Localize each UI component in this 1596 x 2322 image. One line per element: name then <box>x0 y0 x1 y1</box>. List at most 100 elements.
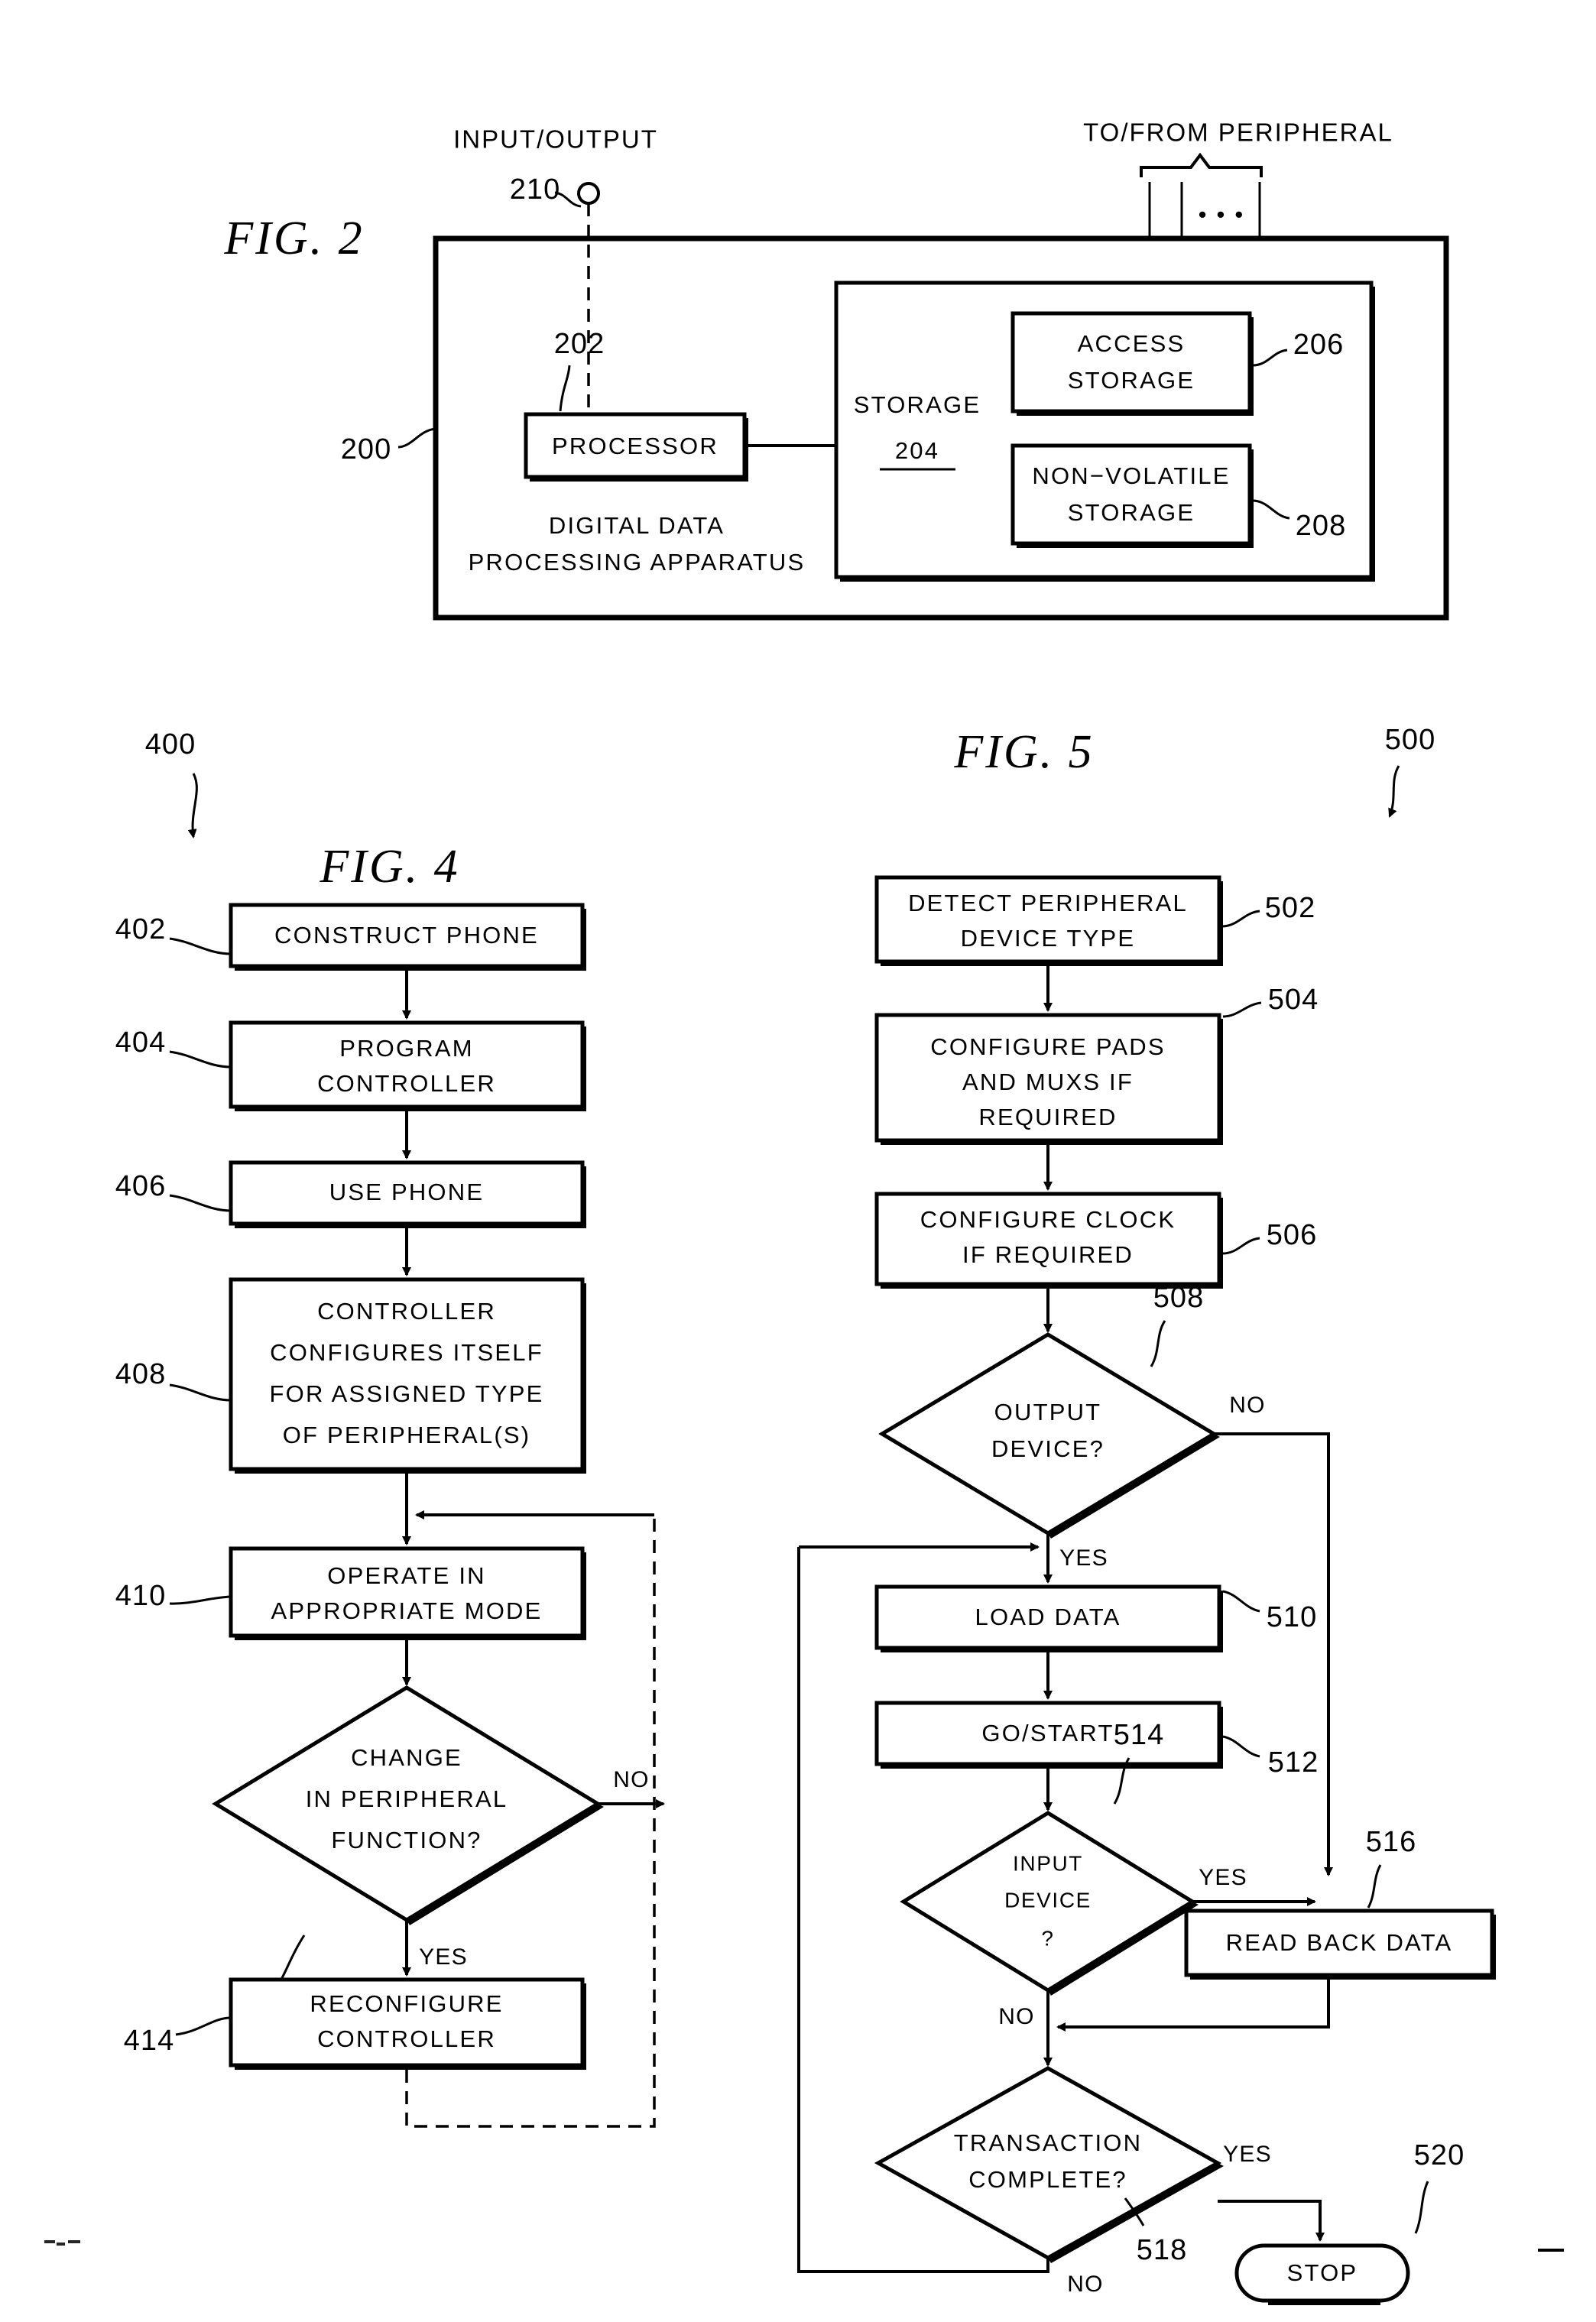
node-410-shadow <box>235 1636 586 1640</box>
node-514-label-line3: ? <box>1041 1926 1054 1950</box>
node-408-shadow <box>235 1469 586 1474</box>
node-404-label-line1: PROGRAM <box>339 1035 474 1062</box>
ref-400: 400 <box>145 728 196 760</box>
ref-202: 202 <box>554 328 605 360</box>
storage-ref: 204 <box>895 437 939 464</box>
non-volatile-shadow <box>1017 543 1254 548</box>
node-510-shadow-right <box>1219 1591 1223 1652</box>
node-406-shadow-right <box>582 1166 586 1228</box>
ref-506: 506 <box>1267 1219 1317 1251</box>
node-504-shadow-right <box>1219 1019 1223 1145</box>
branch-412-yes-label: YES <box>419 1944 468 1970</box>
branch-514-yes-label: YES <box>1199 1865 1247 1890</box>
node-414-shadow <box>235 2065 586 2070</box>
node-508-label-line1: OUTPUT <box>994 1399 1102 1425</box>
figure-4-title: FIG. 4 <box>319 841 459 893</box>
branch-514-no-label: NO <box>998 2004 1034 2029</box>
figure-5-title: FIG. 5 <box>953 726 1094 778</box>
node-512-shadow-right <box>1219 1707 1223 1769</box>
node-516-label: READ BACK DATA <box>1226 1929 1453 1956</box>
non-volatile-line2: STORAGE <box>1068 499 1195 526</box>
ref-206: 206 <box>1293 329 1344 361</box>
node-516-shadow <box>1190 1975 1496 1980</box>
node-410-shadow-right <box>582 1552 586 1640</box>
ref-516: 516 <box>1366 1826 1416 1858</box>
ref-414: 414 <box>124 2025 174 2057</box>
branch-508-yes-label: YES <box>1059 1545 1108 1571</box>
to-from-peripheral-label: TO/FROM PERIPHERAL <box>1083 118 1393 147</box>
node-408-label-line1: CONTROLLER <box>317 1298 496 1325</box>
node-412-label-line2: IN PERIPHERAL <box>306 1785 508 1812</box>
node-410-label-line2: APPROPRIATE MODE <box>271 1597 542 1624</box>
ref-200: 200 <box>341 433 391 465</box>
access-storage-line2: STORAGE <box>1068 367 1195 394</box>
figure-2-title: FIG. 2 <box>223 212 364 264</box>
ref-208: 208 <box>1296 510 1346 542</box>
ref-502: 502 <box>1265 892 1315 924</box>
node-410-label-line1: OPERATE IN <box>327 1562 485 1589</box>
node-518-label-line1: TRANSACTION <box>954 2129 1142 2156</box>
node-414-label-line2: CONTROLLER <box>317 2025 496 2052</box>
branch-412-no-label: NO <box>613 1767 649 1792</box>
node-514-label-line1: INPUT <box>1013 1851 1083 1875</box>
node-406-shadow <box>235 1224 586 1228</box>
node-404-shadow-right <box>582 1026 586 1111</box>
ref-512: 512 <box>1268 1746 1319 1779</box>
node-510-shadow <box>881 1648 1223 1652</box>
node-502-label-line1: DETECT PERIPHERAL <box>908 890 1188 916</box>
node-502-shadow <box>881 962 1223 966</box>
non-volatile-line1: NON−VOLATILE <box>1032 462 1230 489</box>
node-520-label: STOP <box>1287 2259 1358 2286</box>
storage-box-shadow-right <box>1371 287 1375 582</box>
node-504-label-line1: CONFIGURE PADS <box>930 1033 1166 1060</box>
node-402-label: CONSTRUCT PHONE <box>274 922 539 949</box>
ref-504: 504 <box>1268 984 1319 1016</box>
node-508-label-line2: DEVICE? <box>991 1435 1105 1462</box>
access-storage-box <box>1010 311 1252 413</box>
non-volatile-storage-box <box>1010 443 1252 546</box>
patent-drawing-sheet: FIG. 2 INPUT/OUTPUT 210 TO/FROM PERIPHER… <box>0 0 1596 2322</box>
node-406-label: USE PHONE <box>329 1179 484 1205</box>
node-414-shadow-right <box>582 1983 586 2070</box>
access-storage-shadow <box>1017 411 1254 416</box>
access-storage-shadow-right <box>1250 317 1254 416</box>
storage-label: STORAGE <box>854 391 981 418</box>
ref-406: 406 <box>115 1170 166 1202</box>
ref-518: 518 <box>1137 2234 1187 2266</box>
node-408-label-line2: CONFIGURES ITSELF <box>270 1339 543 1366</box>
ref-508: 508 <box>1153 1282 1204 1314</box>
node-506-shadow-right <box>1219 1198 1223 1289</box>
non-volatile-shadow-right <box>1250 449 1254 548</box>
node-516-shadow-right <box>1492 1915 1496 1980</box>
node-512-shadow <box>881 1764 1223 1769</box>
bus-ellipsis: • • • <box>1199 201 1245 228</box>
ref-520: 520 <box>1414 2139 1465 2171</box>
node-408-label-line4: OF PERIPHERAL(S) <box>283 1422 531 1448</box>
branch-508-no-label: NO <box>1229 1393 1265 1418</box>
node-510-label: LOAD DATA <box>975 1604 1121 1630</box>
storage-box-shadow <box>840 577 1375 582</box>
node-402-shadow-right <box>582 909 586 971</box>
node-402-shadow <box>235 966 586 971</box>
node-518-label-line2: COMPLETE? <box>968 2166 1127 2193</box>
node-408-shadow-right <box>582 1283 586 1474</box>
node-504-label-line2: AND MUXS IF <box>962 1069 1134 1095</box>
node-502-label-line2: DEVICE TYPE <box>961 925 1136 952</box>
ref-500: 500 <box>1385 724 1435 756</box>
node-506-label-line1: CONFIGURE CLOCK <box>920 1206 1176 1233</box>
apparatus-label-line2: PROCESSING APPARATUS <box>469 549 806 576</box>
node-520-shadow <box>1268 2301 1380 2305</box>
node-404-shadow <box>235 1107 586 1111</box>
branch-518-yes-label: YES <box>1223 2142 1272 2167</box>
node-408-label-line3: FOR ASSIGNED TYPE <box>270 1380 544 1407</box>
ref-510: 510 <box>1267 1601 1317 1633</box>
ref-410: 410 <box>115 1580 166 1612</box>
processor-box-shadow-right <box>744 418 748 482</box>
input-output-label: INPUT/OUTPUT <box>453 125 658 154</box>
node-506-label-line2: IF REQUIRED <box>962 1241 1134 1268</box>
page-artifact-right <box>1538 2249 1564 2252</box>
branch-518-no-label: NO <box>1067 2272 1103 2297</box>
ref-402: 402 <box>115 913 166 945</box>
node-412-label-line3: FUNCTION? <box>331 1827 482 1853</box>
processor-label: PROCESSOR <box>552 433 719 459</box>
